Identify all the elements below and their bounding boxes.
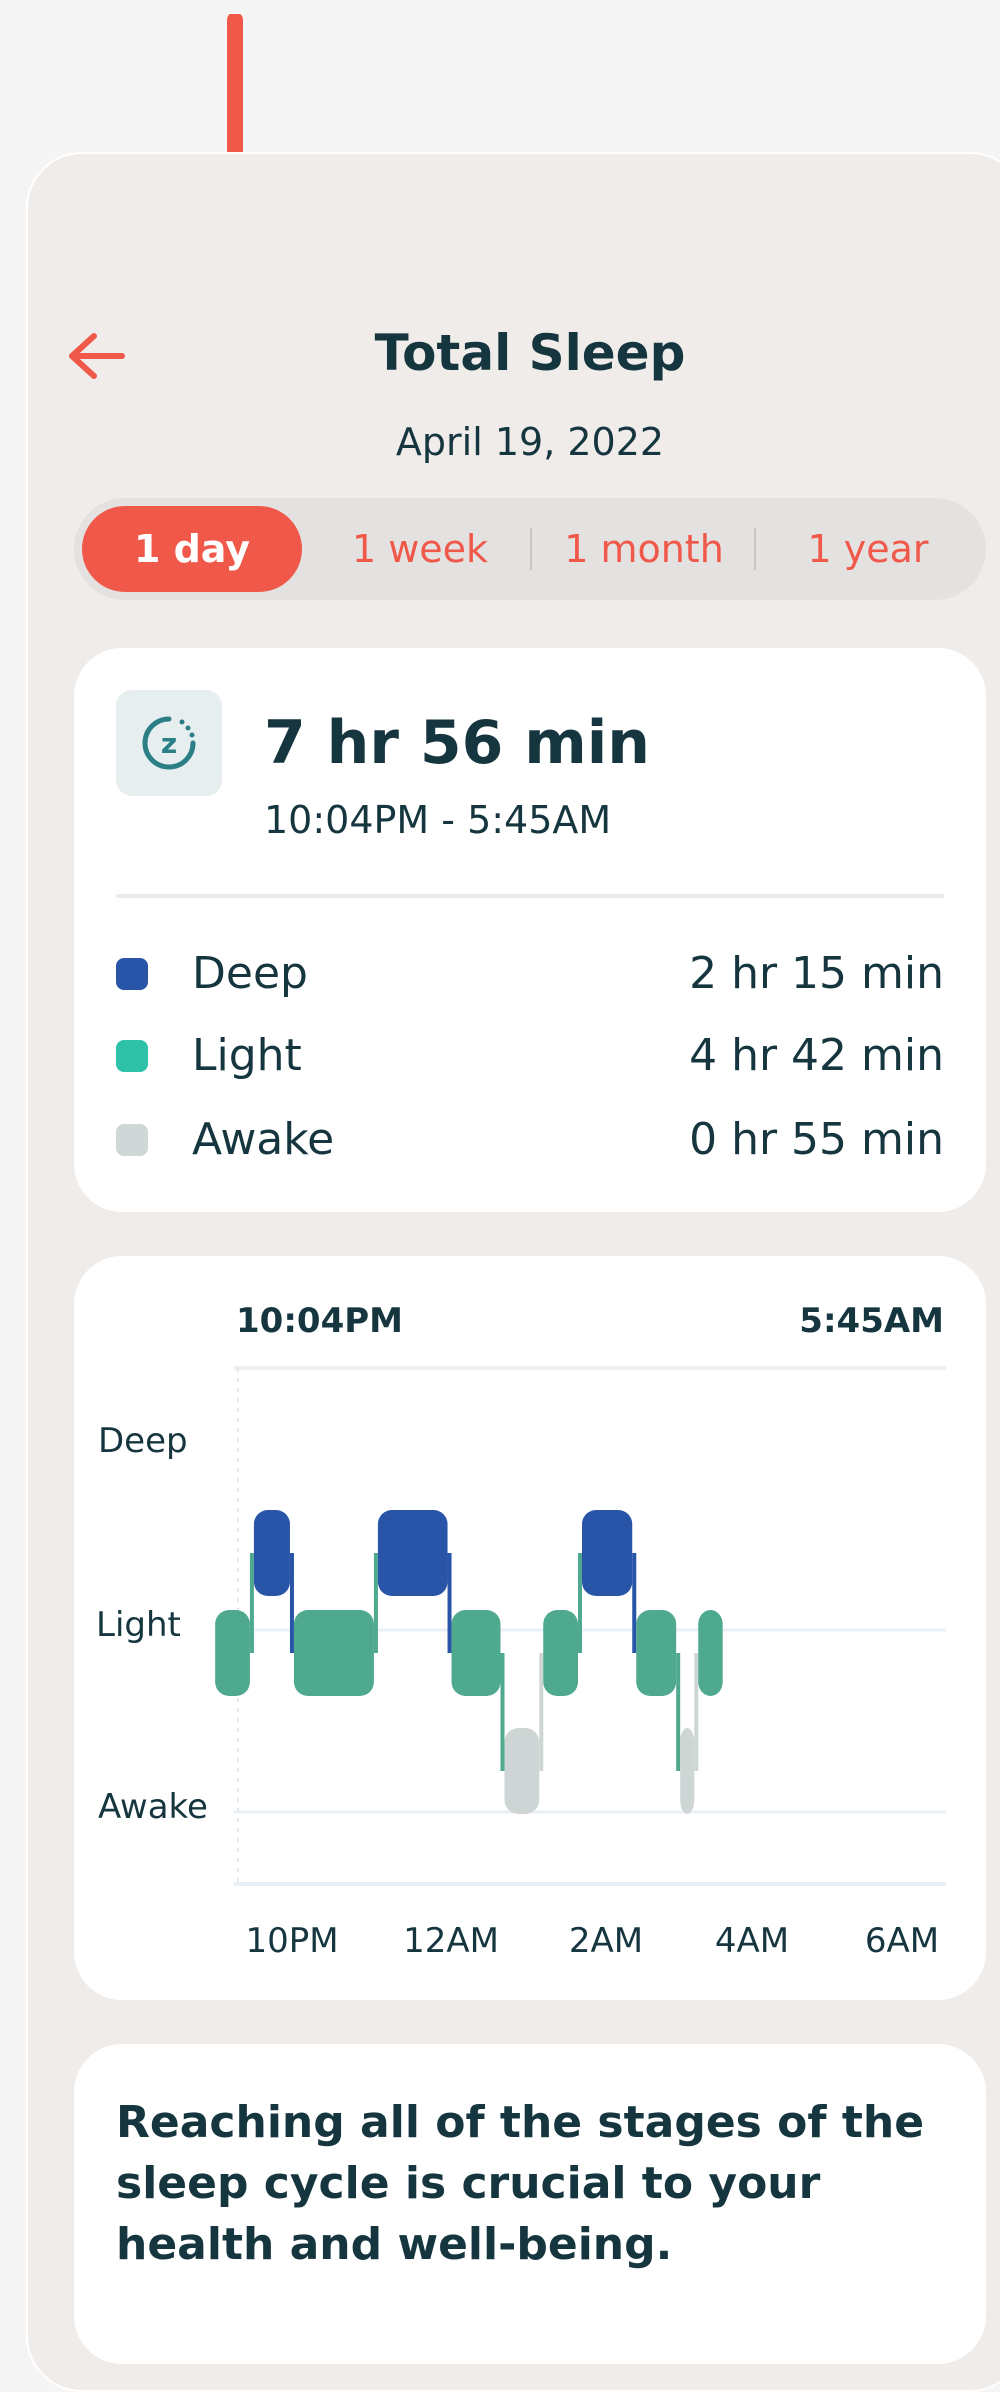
svg-text:z: z bbox=[161, 727, 177, 760]
stage-row-awake: Awake 0 hr 55 min bbox=[116, 1110, 944, 1170]
deep-color-swatch bbox=[116, 958, 148, 990]
sleep-segment-light bbox=[636, 1610, 677, 1696]
stage-transition-line bbox=[447, 1553, 452, 1653]
sleep-summary-card: z 7 hr 56 min 10:04PM - 5:45AM Deep 2 hr… bbox=[74, 648, 986, 1212]
stage-transition-line bbox=[500, 1653, 505, 1771]
awake-color-swatch bbox=[116, 1124, 148, 1156]
tab-separator bbox=[754, 528, 756, 570]
tab-1-month[interactable]: 1 month bbox=[534, 506, 754, 592]
stage-transition-line bbox=[289, 1553, 294, 1653]
stage-label: Deep bbox=[192, 948, 308, 999]
tab-1-day[interactable]: 1 day bbox=[82, 506, 302, 592]
sleep-segment-light bbox=[215, 1610, 250, 1696]
page-title: Total Sleep bbox=[374, 324, 686, 382]
info-text: Reaching all of the stages of the sleep … bbox=[116, 2097, 925, 2270]
stage-transition-line bbox=[539, 1653, 544, 1771]
sleep-zz-icon: z bbox=[116, 690, 222, 796]
stage-row-deep: Deep 2 hr 15 min bbox=[116, 944, 944, 1004]
stage-row-light: Light 4 hr 42 min bbox=[116, 1026, 944, 1086]
sleep-segment-light bbox=[698, 1610, 723, 1696]
stage-label: Light bbox=[192, 1030, 302, 1081]
tab-1-year[interactable]: 1 year bbox=[758, 506, 978, 592]
y-label-light: Light bbox=[96, 1605, 181, 1645]
range-selector: 1 day 1 week 1 month 1 year bbox=[74, 498, 986, 600]
stage-duration: 0 hr 55 min bbox=[689, 1114, 944, 1165]
stage-transition-line bbox=[694, 1653, 699, 1771]
tab-separator bbox=[530, 528, 532, 570]
sleep-segment-deep bbox=[253, 1510, 290, 1596]
sleep-segment-deep bbox=[582, 1510, 633, 1596]
sleep-segment-light bbox=[451, 1610, 501, 1696]
stage-transition-line bbox=[578, 1553, 582, 1653]
x-tick-label: 2AM bbox=[569, 1921, 643, 1961]
light-color-swatch bbox=[116, 1040, 148, 1072]
sleep-segment-deep bbox=[377, 1510, 448, 1596]
stage-transition-line bbox=[373, 1553, 378, 1653]
sleep-stages-chart: 10:04PM 5:45AM Deep Light Awake 10PM 12A… bbox=[96, 1301, 946, 1961]
sleep-segment-light bbox=[543, 1610, 578, 1696]
stage-duration: 2 hr 15 min bbox=[689, 948, 944, 999]
sleep-segment-awake bbox=[680, 1728, 695, 1814]
y-label-deep: Deep bbox=[98, 1421, 188, 1461]
tab-1-week[interactable]: 1 week bbox=[310, 506, 530, 592]
y-label-awake: Awake bbox=[98, 1787, 208, 1827]
sleep-segment-light bbox=[293, 1610, 374, 1696]
page-date: April 19, 2022 bbox=[395, 420, 665, 464]
chart-end-label: 5:45AM bbox=[799, 1301, 944, 1341]
stage-duration: 4 hr 42 min bbox=[689, 1030, 944, 1081]
chart-start-label: 10:04PM bbox=[236, 1301, 403, 1341]
sleep-segment-awake bbox=[504, 1728, 540, 1814]
sleep-time-range: 10:04PM - 5:45AM bbox=[264, 798, 612, 842]
total-duration: 7 hr 56 min bbox=[264, 708, 651, 778]
sleep-stages-chart-card: 10:04PM 5:45AM Deep Light Awake 10PM 12A… bbox=[74, 1256, 986, 2000]
stage-transition-line bbox=[676, 1653, 681, 1771]
stage-transition-line bbox=[249, 1553, 254, 1653]
stage-transition-line bbox=[632, 1553, 637, 1653]
x-tick-label: 10PM bbox=[245, 1921, 338, 1961]
stage-label: Awake bbox=[192, 1114, 335, 1165]
info-card: Reaching all of the stages of the sleep … bbox=[74, 2044, 986, 2364]
x-tick-label: 4AM bbox=[715, 1921, 789, 1961]
divider bbox=[116, 894, 944, 898]
x-tick-label: 12AM bbox=[403, 1921, 499, 1961]
x-tick-label: 6AM bbox=[865, 1921, 939, 1961]
